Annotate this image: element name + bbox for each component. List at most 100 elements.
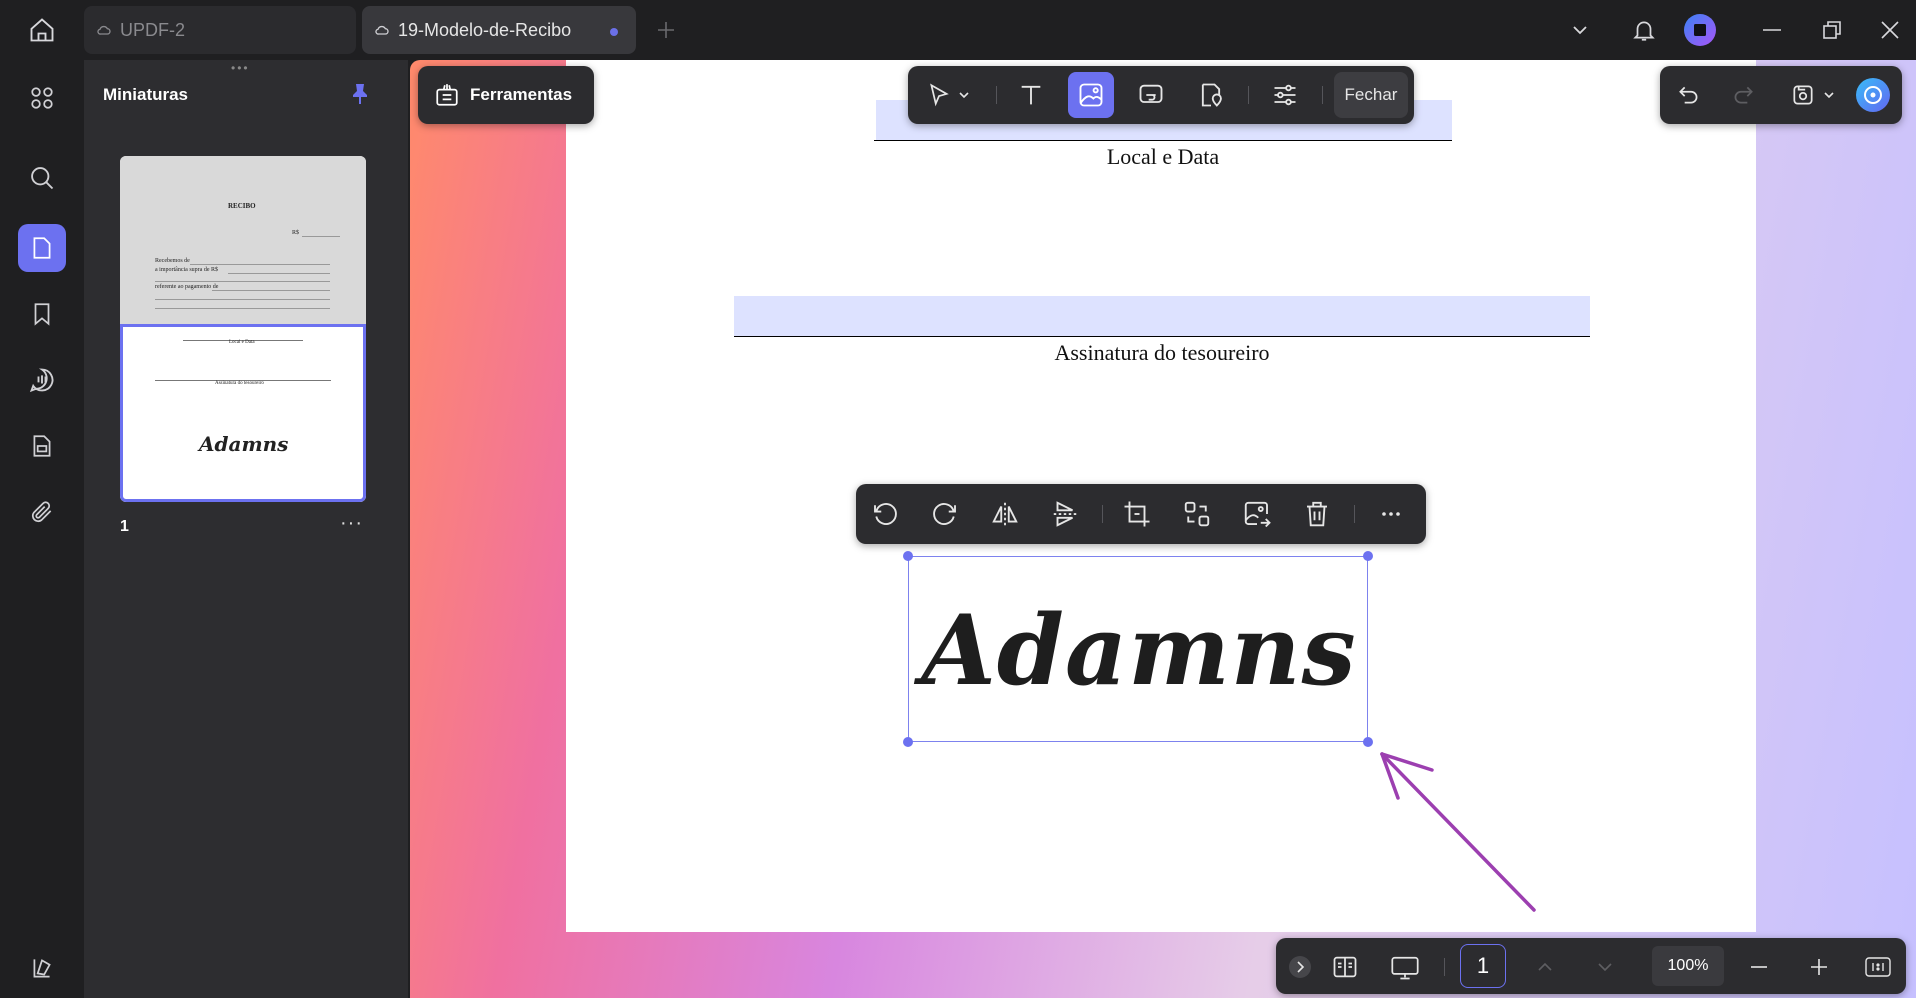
tab-modelo-de-recibo[interactable]: 19-Modelo-de-Recibo	[362, 6, 636, 54]
thumb-line2: a importância supra de R$	[155, 267, 218, 273]
unsaved-dot	[610, 28, 618, 36]
rotate-left-button[interactable]	[862, 491, 908, 537]
replace-button[interactable]	[1174, 491, 1220, 537]
next-page-button[interactable]	[1582, 944, 1628, 990]
rotate-left-icon	[874, 503, 897, 525]
thumb-signature: Adamns	[199, 432, 289, 456]
image-tool-button[interactable]	[1068, 72, 1114, 118]
text-tool-button[interactable]	[1008, 72, 1054, 118]
chevron-down-icon	[1598, 963, 1612, 972]
undo-button[interactable]	[1666, 72, 1712, 118]
thumbnail-page-number: 1	[120, 518, 129, 535]
bookmark-icon[interactable]	[18, 290, 66, 338]
bell-icon[interactable]	[1626, 12, 1662, 48]
redo-button[interactable]	[1720, 72, 1766, 118]
left-icon-rail	[0, 60, 84, 998]
edit-toolbar: Fechar	[908, 66, 1414, 124]
image-context-toolbar	[856, 484, 1426, 544]
title-bar: UPDF-2 19-Modelo-de-Recibo	[0, 0, 1916, 60]
flip-horizontal-button[interactable]	[982, 491, 1028, 537]
chevron-down-icon	[959, 92, 969, 99]
save-dropdown-button[interactable]	[1818, 72, 1840, 118]
chevron-down-icon	[1824, 92, 1834, 99]
resize-handle-top-left[interactable]	[903, 551, 913, 561]
signature-field[interactable]	[734, 296, 1590, 336]
signature-image[interactable]: Adamns	[903, 551, 1373, 747]
previous-page-button[interactable]	[1522, 944, 1568, 990]
comment-icon[interactable]	[18, 356, 66, 404]
panel-grip[interactable]: •••	[231, 62, 261, 74]
link-tool-button[interactable]	[1128, 72, 1174, 118]
actual-size-icon	[1865, 957, 1891, 977]
thumb-line3: referente ao pagamento de	[155, 284, 219, 290]
text-icon	[1021, 85, 1041, 105]
presentation-button[interactable]	[1382, 944, 1428, 990]
minimize-icon[interactable]	[1756, 14, 1788, 46]
thumbnails-page-icon[interactable]	[18, 224, 66, 272]
pin-icon[interactable]	[348, 82, 372, 106]
undo-icon	[1679, 86, 1698, 104]
resize-handle-top-right[interactable]	[1363, 551, 1373, 561]
document-canvas: Local e Data Assinatura do tesoureiro Fe…	[410, 60, 1916, 998]
flip-vertical-button[interactable]	[1042, 491, 1088, 537]
select-dropdown-button[interactable]	[952, 72, 976, 118]
apps-grid-icon[interactable]	[18, 74, 66, 122]
trash-icon	[1307, 501, 1327, 527]
history-toolbar	[1660, 66, 1902, 124]
more-options-icon[interactable]: ···	[340, 512, 363, 535]
updf-logo-icon[interactable]	[1682, 12, 1718, 48]
rotate-right-button[interactable]	[922, 491, 968, 537]
close-edit-button[interactable]: Fechar	[1334, 72, 1408, 118]
search-icon[interactable]	[18, 154, 66, 202]
resize-handle-bottom-left[interactable]	[903, 737, 913, 747]
save-icon	[1793, 85, 1813, 105]
restore-icon[interactable]	[1816, 14, 1848, 46]
new-tab-icon[interactable]	[650, 14, 682, 46]
redo-icon	[1734, 86, 1753, 104]
actual-size-button[interactable]	[1856, 944, 1900, 990]
thumbnail-selected-part: Local e Data Assinatura do tesoureiro Ad…	[120, 324, 366, 502]
flip-horizontal-icon	[992, 502, 1018, 526]
zoom-out-button[interactable]	[1736, 944, 1782, 990]
tools-button[interactable]: Ferramentas	[418, 66, 594, 124]
more-options-button[interactable]	[1368, 491, 1414, 537]
expand-button[interactable]	[1282, 944, 1318, 990]
thumb-local-data: Local e Data	[229, 340, 255, 345]
delete-button[interactable]	[1294, 491, 1340, 537]
location-tool-button[interactable]	[1188, 72, 1234, 118]
tab-label: 19-Modelo-de-Recibo	[398, 19, 572, 40]
toolbox-icon	[436, 84, 458, 106]
attachment-icon[interactable]	[18, 488, 66, 536]
pointer-icon	[930, 83, 949, 107]
assinatura-label: Assinatura do tesoureiro	[1054, 340, 1270, 365]
tab-updf-2[interactable]: UPDF-2	[84, 6, 356, 54]
ai-assistant-button[interactable]	[1850, 72, 1896, 118]
home-icon[interactable]	[22, 12, 62, 48]
thumbnail-top-part: RECIBO R$ Recebemos de a importância sup…	[120, 156, 366, 324]
chevron-right-circle-icon	[1289, 956, 1311, 978]
minus-icon	[1751, 966, 1767, 968]
rotate-right-icon	[933, 503, 956, 525]
thumb-rs: R$	[292, 230, 300, 236]
zoom-in-button[interactable]	[1796, 944, 1842, 990]
chevron-down-icon[interactable]	[1564, 14, 1596, 46]
form-page-icon[interactable]	[18, 422, 66, 470]
crop-button[interactable]	[1114, 491, 1160, 537]
plus-icon	[1811, 959, 1827, 975]
cloud-icon	[375, 25, 389, 35]
extract-image-button[interactable]	[1234, 491, 1280, 537]
layers-icon[interactable]	[18, 944, 66, 992]
thumb-assinatura: Assinatura do tesoureiro	[215, 381, 264, 386]
annotation-arrow	[1380, 752, 1536, 912]
page-thumbnail[interactable]: RECIBO R$ Recebemos de a importância sup…	[120, 156, 366, 502]
chevron-up-icon	[1538, 962, 1552, 971]
page-number-input[interactable]: 1	[1460, 944, 1506, 988]
properties-button[interactable]	[1262, 72, 1308, 118]
page-layout-button[interactable]	[1322, 944, 1368, 990]
tab-label: UPDF-2	[120, 19, 186, 40]
zoom-level[interactable]: 100%	[1652, 946, 1724, 986]
extract-image-icon	[1244, 501, 1271, 528]
close-icon[interactable]	[1874, 14, 1906, 46]
ai-assistant-icon	[1856, 78, 1890, 112]
crop-icon	[1124, 501, 1150, 527]
